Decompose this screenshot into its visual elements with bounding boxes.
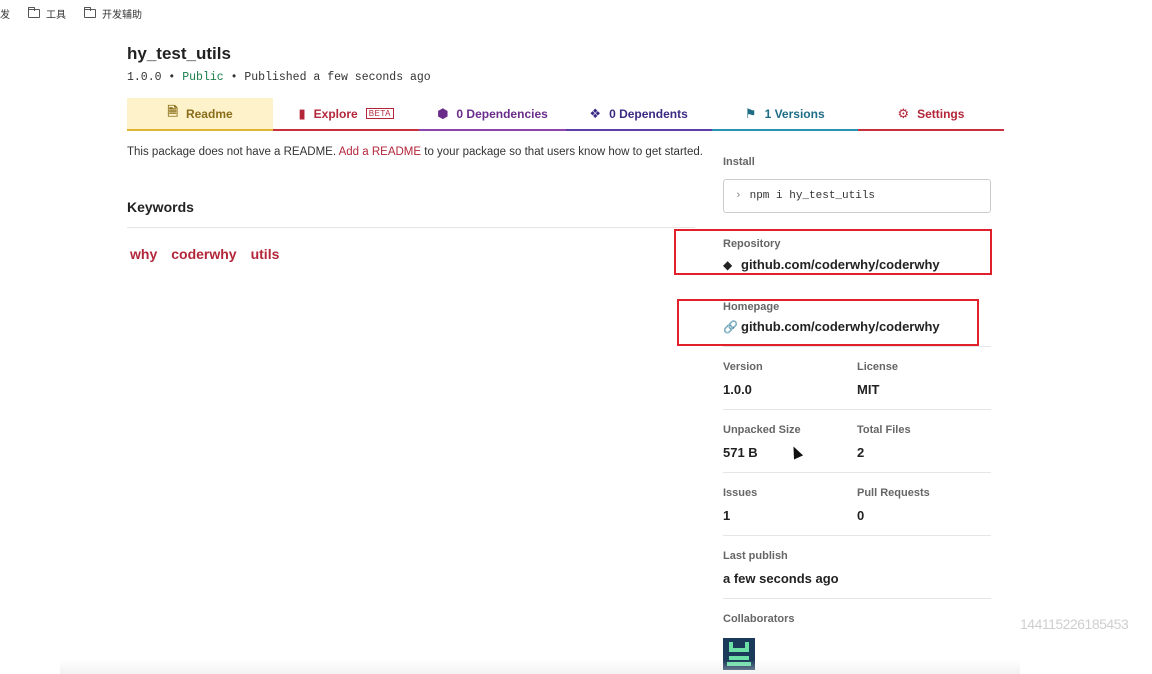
readme-text: to your package so that users know how t… bbox=[424, 146, 703, 158]
unpacked-size-label: Unpacked Size bbox=[723, 424, 801, 436]
box-icon: ⬢ bbox=[437, 105, 449, 121]
divider bbox=[127, 227, 695, 228]
version-label: Version bbox=[723, 361, 763, 373]
homepage-url: github.com/coderwhy/coderwhy bbox=[741, 319, 940, 334]
tab-dependencies[interactable]: ⬢ 0 Dependencies bbox=[419, 98, 566, 131]
license-value: MIT bbox=[857, 382, 880, 397]
install-command: npm i hy_test_utils bbox=[749, 190, 876, 202]
gear-icon: ⚙ bbox=[897, 105, 910, 121]
tab-readme[interactable]: 🗎 Readme bbox=[127, 98, 274, 131]
bookmark-folder-dev[interactable]: 开发辅助 bbox=[84, 6, 142, 21]
repository-label: Repository bbox=[723, 238, 781, 250]
collaborators-label: Collaborators bbox=[723, 613, 795, 625]
total-files-value: 2 bbox=[857, 445, 865, 460]
divider bbox=[723, 598, 991, 599]
bookmark-item[interactable]: 发 bbox=[0, 6, 10, 21]
bookmark-label: 发 bbox=[0, 9, 10, 21]
package-version: 1.0.0 bbox=[127, 71, 162, 84]
beta-badge: BETA bbox=[365, 108, 394, 119]
tag-icon: ⚑ bbox=[744, 105, 757, 121]
folder-icon bbox=[28, 6, 40, 18]
divider bbox=[723, 535, 991, 536]
version-value: 1.0.0 bbox=[723, 382, 752, 397]
total-files-label: Total Files bbox=[857, 424, 911, 436]
readme-text: This package does not have a README. bbox=[127, 146, 337, 158]
package-name: hy_test_utils bbox=[127, 44, 231, 63]
folder-icon bbox=[84, 6, 96, 18]
file-code-icon: ▮ bbox=[298, 105, 306, 121]
keyword-link[interactable]: why bbox=[130, 246, 157, 262]
divider bbox=[723, 472, 991, 473]
published-time: Published a few seconds ago bbox=[244, 71, 431, 84]
keywords-title: Keywords bbox=[127, 199, 194, 215]
unpacked-size-value: 571 B bbox=[723, 445, 758, 460]
file-icon: 🗎 bbox=[167, 103, 178, 119]
keyword-link[interactable]: coderwhy bbox=[171, 246, 236, 262]
page-fade bbox=[60, 660, 1020, 674]
package-tabs: 🗎 Readme ▮ Explore BETA ⬢ 0 Dependencies… bbox=[127, 98, 1005, 131]
issues-label: Issues bbox=[723, 487, 758, 499]
package-meta: 1.0.0 • Public • Published a few seconds… bbox=[127, 71, 431, 84]
add-readme-link[interactable]: Add a README bbox=[339, 146, 421, 158]
last-publish-label: Last publish bbox=[723, 550, 788, 562]
license-label: License bbox=[857, 361, 898, 373]
readme-message: This package does not have a README. Add… bbox=[127, 146, 703, 158]
tab-label: 0 Dependents bbox=[609, 106, 688, 121]
issues-value[interactable]: 1 bbox=[723, 508, 730, 523]
tab-label: Readme bbox=[185, 106, 233, 121]
tab-label: Settings bbox=[917, 106, 965, 121]
tab-label: 1 Versions bbox=[764, 106, 825, 121]
watermark-text: 144115226185453 bbox=[1020, 616, 1129, 632]
tab-label: Explore bbox=[313, 106, 358, 121]
link-icon: 🔗 bbox=[723, 319, 738, 334]
bookmark-label: 工具 bbox=[46, 9, 66, 21]
divider bbox=[723, 409, 991, 410]
keywords-list: why coderwhy utils bbox=[130, 246, 279, 262]
repository-url: github.com/coderwhy/coderwhy bbox=[741, 257, 940, 272]
boxes-icon: ❖ bbox=[589, 105, 602, 121]
separator: • bbox=[230, 71, 238, 84]
git-icon: ◆ bbox=[723, 257, 733, 272]
mouse-cursor-icon bbox=[788, 444, 804, 460]
tab-settings[interactable]: ⚙ Settings bbox=[857, 98, 1005, 131]
keyword-link[interactable]: utils bbox=[251, 246, 280, 262]
last-publish-value: a few seconds ago bbox=[723, 571, 839, 586]
bookmark-label: 开发辅助 bbox=[102, 9, 142, 21]
install-command-box[interactable]: › npm i hy_test_utils bbox=[723, 179, 991, 213]
repository-link[interactable]: ◆ github.com/coderwhy/coderwhy bbox=[723, 257, 940, 272]
bookmark-folder-tools[interactable]: 工具 bbox=[28, 6, 66, 21]
chevron-right-icon: › bbox=[735, 190, 742, 202]
separator: • bbox=[168, 71, 176, 84]
tab-dependents[interactable]: ❖ 0 Dependents bbox=[565, 98, 712, 131]
pull-requests-label: Pull Requests bbox=[857, 487, 930, 499]
tab-versions[interactable]: ⚑ 1 Versions bbox=[711, 98, 858, 131]
pull-requests-value[interactable]: 0 bbox=[857, 508, 864, 523]
bookmarks-bar: 发 工具 开发辅助 bbox=[0, 0, 1152, 26]
homepage-label: Homepage bbox=[723, 301, 780, 313]
divider bbox=[723, 346, 991, 347]
homepage-link[interactable]: 🔗 github.com/coderwhy/coderwhy bbox=[723, 319, 940, 334]
visibility-badge: Public bbox=[182, 71, 224, 84]
tab-explore[interactable]: ▮ Explore BETA bbox=[273, 98, 420, 131]
tab-label: 0 Dependencies bbox=[456, 106, 548, 121]
install-label: Install bbox=[723, 156, 755, 168]
